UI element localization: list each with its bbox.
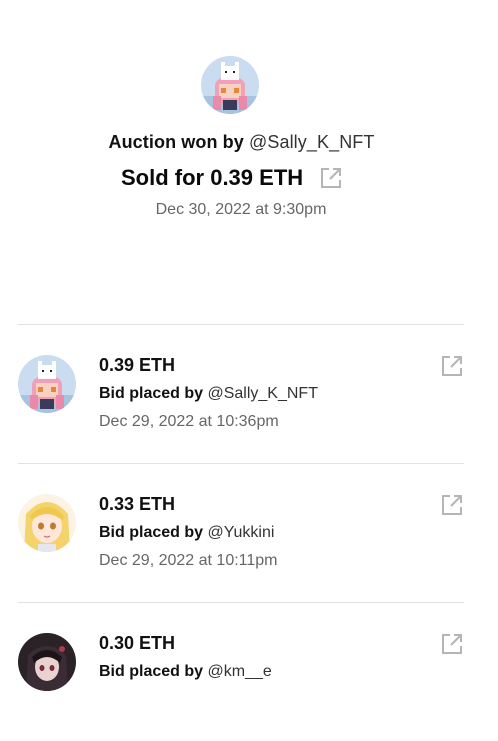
bid-date: Dec 29, 2022 at 10:11pm (99, 552, 278, 569)
bid-history-item: 0.33 ETH Bid placed by @Yukkini Dec 29, … (0, 463, 498, 602)
external-link-icon[interactable] (440, 632, 464, 656)
bid-amount: 0.33 ETH (99, 494, 176, 514)
bid-by-prefix: Bid placed by (99, 663, 204, 680)
bid-placed-by: Bid placed by @km__e (99, 663, 272, 681)
bid-history-item: 0.39 ETH Bid placed by @Sally_K_NFT Dec … (0, 324, 498, 463)
bid-by-prefix: Bid placed by (99, 524, 204, 541)
winner-avatar[interactable] (201, 56, 259, 114)
auction-winner-line: Auction won by @Sally_K_NFT (0, 132, 483, 153)
external-link-icon[interactable] (440, 354, 464, 378)
bidder-handle[interactable]: @km__e (207, 663, 271, 680)
sold-price: Sold for 0.39 ETH (121, 165, 304, 190)
winner-prefix: Auction won by (108, 132, 244, 152)
bid-amount: 0.30 ETH (99, 633, 176, 653)
bidder-handle[interactable]: @Yukkini (207, 524, 274, 541)
bidder-avatar[interactable] (18, 633, 76, 691)
bidder-handle[interactable]: @Sally_K_NFT (207, 385, 318, 402)
bidder-avatar[interactable] (18, 494, 76, 552)
sold-price-line: Sold for 0.39 ETH (121, 163, 343, 193)
bidder-avatar[interactable] (18, 355, 76, 413)
external-link-icon[interactable] (440, 493, 464, 517)
sold-date: Dec 30, 2022 at 9:30pm (155, 201, 327, 218)
bid-history-item: 0.30 ETH Bid placed by @km__e (0, 602, 498, 741)
bid-placed-by: Bid placed by @Yukkini (99, 524, 274, 542)
winner-handle[interactable]: @Sally_K_NFT (249, 132, 375, 152)
bid-date: Dec 29, 2022 at 10:36pm (99, 413, 279, 430)
bid-amount: 0.39 ETH (99, 355, 176, 375)
external-link-icon[interactable] (319, 166, 343, 190)
bid-placed-by: Bid placed by @Sally_K_NFT (99, 385, 318, 403)
bid-by-prefix: Bid placed by (99, 385, 204, 402)
